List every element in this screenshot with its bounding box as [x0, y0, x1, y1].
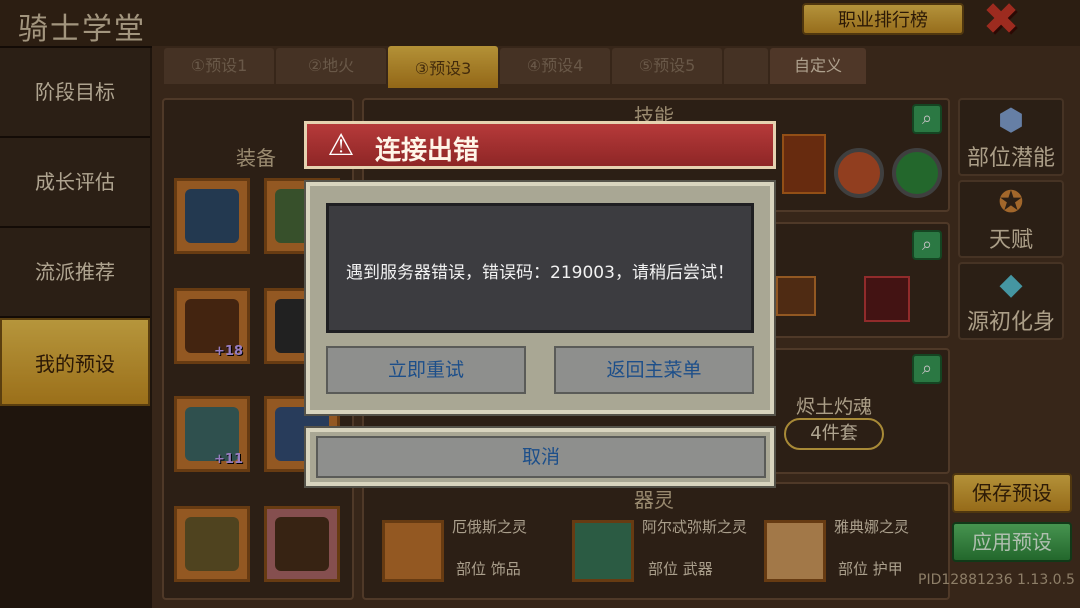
error-dialog-title: 连接出错 — [375, 136, 480, 166]
retry-button[interactable]: 立即重试 — [326, 346, 526, 394]
cancel-button[interactable]: 取消 — [316, 436, 766, 478]
main-menu-button[interactable]: 返回主菜单 — [554, 346, 754, 394]
error-message: 遇到服务器错误，错误码：219003，请稍后尝试！ — [346, 263, 734, 283]
error-dialog-header: ⚠ 连接出错 — [304, 121, 776, 169]
warning-icon: ⚠ — [327, 128, 355, 163]
